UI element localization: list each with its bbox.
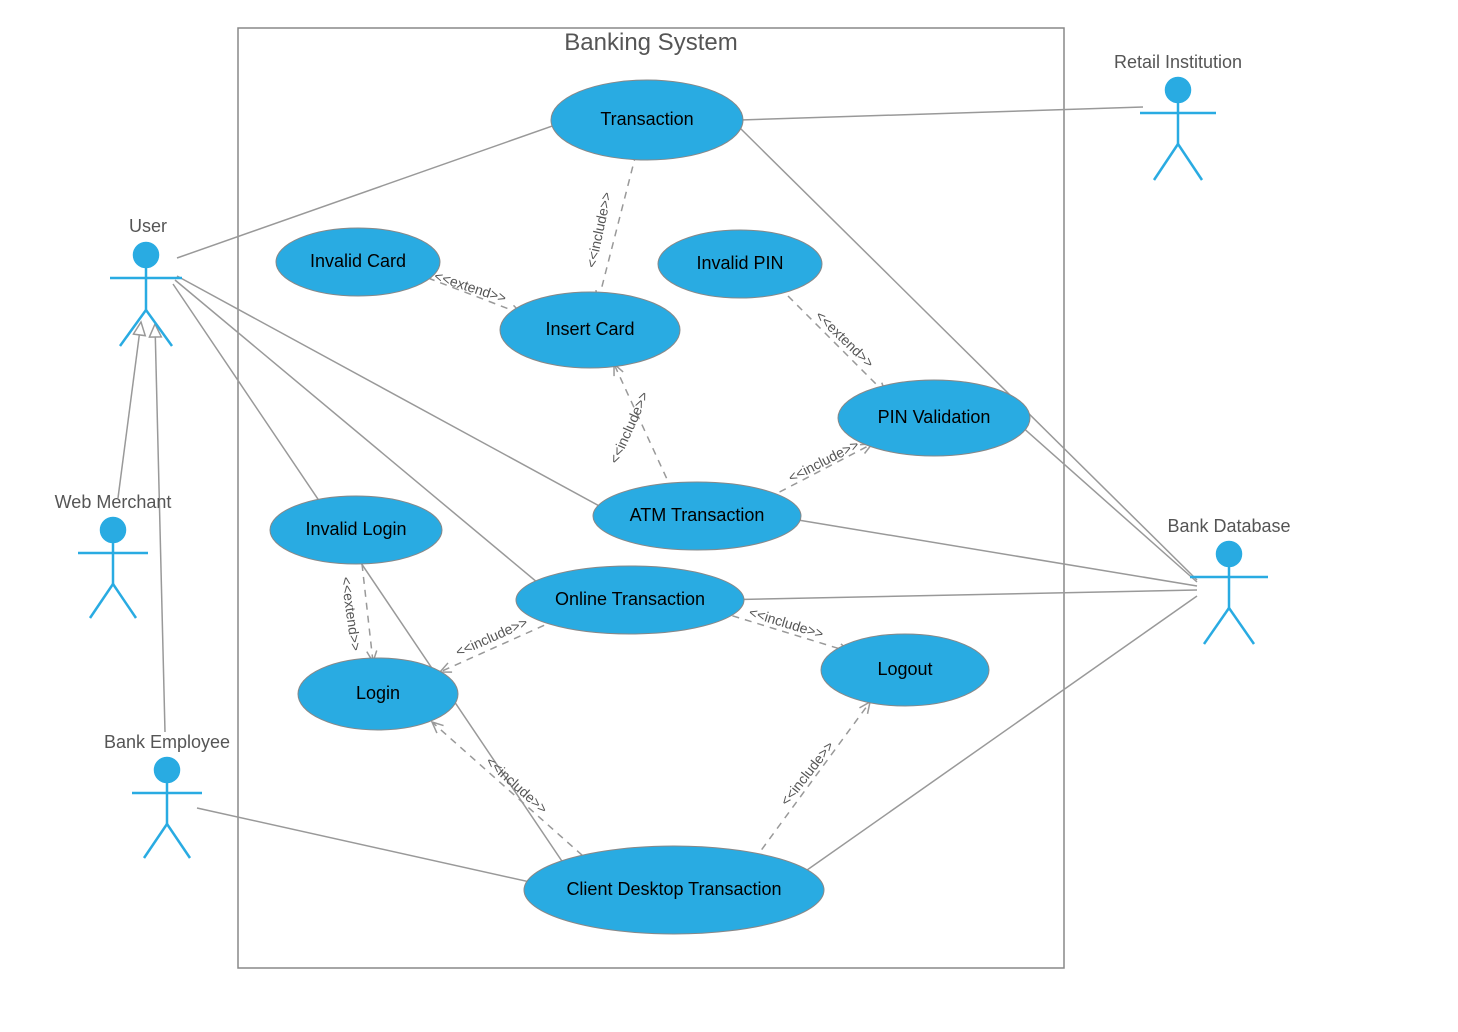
svg-text:ATM Transaction: ATM Transaction xyxy=(630,505,765,525)
assoc-db-transaction xyxy=(740,128,1197,580)
st-invlogin-login: <<extend>> xyxy=(338,576,364,652)
usecase-client-desktop-transaction: Client Desktop Transaction xyxy=(524,846,824,934)
usecase-invalid-card: Invalid Card xyxy=(276,228,440,296)
usecase-invalid-login: Invalid Login xyxy=(270,496,442,564)
usecase-online-transaction: Online Transaction xyxy=(516,566,744,634)
actor-web-merchant-label: Web Merchant xyxy=(55,492,172,512)
svg-text:Login: Login xyxy=(356,683,400,703)
actor-web-merchant xyxy=(78,518,148,618)
actor-bank-database xyxy=(1190,542,1268,644)
svg-text:Client Desktop Transaction: Client Desktop Transaction xyxy=(566,879,781,899)
usecase-insert-card: Insert Card xyxy=(500,292,680,368)
assoc-db-online xyxy=(716,590,1197,600)
actor-retail-institution xyxy=(1140,78,1216,180)
st-cdt-login: <<include>> xyxy=(483,753,551,816)
usecase-logout: Logout xyxy=(821,634,989,706)
st-cdt-logout: <<include>> xyxy=(777,738,837,809)
st-atm-insert: <<include>> xyxy=(606,389,652,466)
dep-invpin-pin xyxy=(788,296,886,394)
svg-text:Invalid Login: Invalid Login xyxy=(305,519,406,539)
svg-text:Insert Card: Insert Card xyxy=(545,319,634,339)
system-title: Banking System xyxy=(564,29,737,56)
svg-text:PIN Validation: PIN Validation xyxy=(878,407,991,427)
usecase-transaction: Transaction xyxy=(551,80,743,160)
st-invcard-insert: <<extend>> xyxy=(432,268,508,306)
actor-retail-institution-label: Retail Institution xyxy=(1114,52,1242,72)
usecase-atm-transaction: ATM Transaction xyxy=(593,482,801,550)
actor-bank-employee xyxy=(132,758,202,858)
usecase-login: Login xyxy=(298,658,458,730)
svg-text:Invalid PIN: Invalid PIN xyxy=(696,253,783,273)
assoc-db-cdt xyxy=(790,596,1197,882)
st-invpin-pin: <<extend>> xyxy=(812,307,877,370)
svg-text:Invalid Card: Invalid Card xyxy=(310,251,406,271)
usecase-pin-validation: PIN Validation xyxy=(838,380,1030,456)
dep-cdt-login xyxy=(432,722,592,864)
st-online-logout: <<include>> xyxy=(747,604,825,642)
gen-employee-user xyxy=(155,324,165,732)
svg-text:Logout: Logout xyxy=(877,659,932,679)
assoc-retail-transaction xyxy=(740,107,1143,120)
assoc-db-pin xyxy=(1012,418,1197,582)
usecase-invalid-pin: Invalid PIN xyxy=(658,230,822,298)
gen-webmerchant-user xyxy=(118,322,141,498)
actor-bank-employee-label: Bank Employee xyxy=(104,732,230,752)
svg-text:Transaction: Transaction xyxy=(600,109,693,129)
actor-user-label: User xyxy=(129,216,167,236)
svg-text:Online Transaction: Online Transaction xyxy=(555,589,705,609)
use-case-diagram: Banking System Insert Card --> Ins xyxy=(0,0,1458,1032)
assoc-emp-cdt xyxy=(197,808,566,890)
actor-bank-database-label: Bank Database xyxy=(1167,516,1290,536)
dep-cdt-logout xyxy=(754,702,870,860)
st-atm-pin: <<include>> xyxy=(785,436,861,485)
actor-user xyxy=(110,243,182,346)
